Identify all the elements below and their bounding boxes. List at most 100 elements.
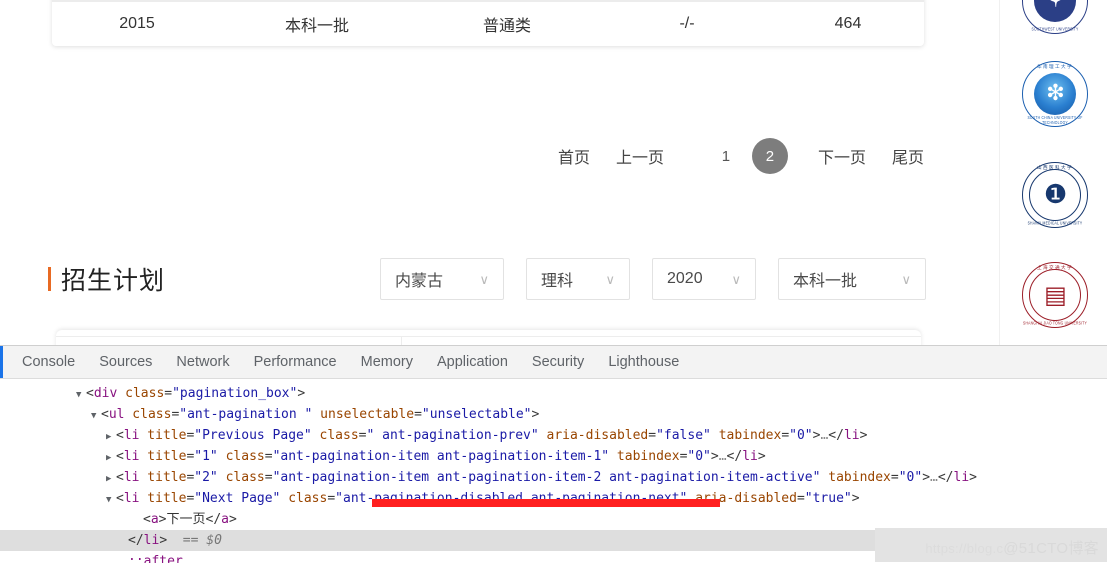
code-token-val: "ant-pagination-item ant-pagination-item… [272, 470, 821, 485]
code-token-tag: li [953, 470, 970, 485]
devtools-code-line[interactable]: ▶ <li title="2" class="ant-pagination-ite… [0, 467, 1107, 488]
logo-glyph: ❶ [1043, 180, 1067, 210]
devtools-code-line[interactable]: ▶ <li title="Previous Page" class=" ant-p… [0, 425, 1107, 446]
logo-southwest-university[interactable]: ⚘ SOUTHWEST UNIVERSITY [1022, 0, 1088, 34]
subject-select-value: 理科 [541, 273, 574, 290]
code-token-val: "ant-pagination-item ant-pagination-item… [272, 449, 610, 464]
code-token-punct: < [116, 491, 124, 506]
devtools-tab-bar: Console Sources Network Performance Memory Ap… [0, 346, 1107, 379]
pagination-next[interactable]: 下一页 [818, 144, 866, 168]
logo-glyph: ❇ [1046, 81, 1064, 106]
code-token-val: "0" [898, 470, 923, 485]
code-token-punct: < [86, 386, 94, 401]
expand-triangle-open-icon[interactable]: ▼ [91, 406, 101, 427]
code-token-tag: a [221, 512, 229, 527]
watermark-url: https://blog.c [925, 541, 1004, 556]
code-token-val: "pagination_box" [172, 386, 298, 401]
devtools-tab-sources[interactable]: Sources [87, 354, 164, 370]
code-token-punct: </ [937, 470, 954, 485]
year-select-value: 2020 [667, 270, 703, 287]
code-token-punct: </ [128, 533, 144, 548]
batch-select[interactable]: 本科一批 ∨ [778, 258, 926, 300]
cell-rank: -/- [679, 15, 695, 32]
logo-top-text: 华南理工大学 [1037, 64, 1073, 69]
logo-south-china-university-of-technology[interactable]: ❇ 华南理工大学 SOUTH CHINA UNIVERSITY OF TECHN… [1022, 61, 1088, 127]
code-token-attr: class [117, 386, 165, 401]
code-token-attr: class [217, 449, 265, 464]
code-token-tag: div [93, 386, 118, 401]
devtools-tab-network[interactable]: Network [164, 354, 241, 370]
devtools-tab-performance[interactable]: Performance [242, 354, 349, 370]
devtools-code-line[interactable]: ▼ <ul class = "ant-pagination " unselectabl… [0, 404, 1107, 425]
code-token-punct: </ [828, 428, 844, 443]
red-highlight-annotation [372, 499, 720, 507]
logo-glyph: ▤ [1044, 281, 1067, 309]
code-token-val: "0" [687, 449, 711, 464]
code-token-punct: < [116, 428, 124, 443]
code-token-tag: li [123, 470, 140, 485]
code-token-punct: = [264, 449, 273, 464]
pagination-prev[interactable]: 上一页 [616, 144, 664, 168]
code-token-punct: > [531, 407, 540, 422]
expand-triangle-closed-icon[interactable]: ▶ [106, 427, 116, 448]
devtools-code-line[interactable]: ▶ <li title="1" class="ant-pagination-ite… [0, 446, 1107, 467]
expand-triangle-closed-icon[interactable]: ▶ [106, 448, 116, 469]
devtools-tab-console[interactable]: Console [10, 354, 87, 370]
code-token-attr: class [217, 470, 265, 485]
pagination-last[interactable]: 尾页 [892, 144, 924, 168]
code-token-tag: li [123, 449, 140, 464]
code-token-attr: title [139, 470, 187, 485]
code-token-punct: = [327, 491, 336, 506]
plan-table-card-partial [56, 330, 921, 345]
devtools-tab-lighthouse[interactable]: Lighthouse [596, 354, 691, 370]
subject-select[interactable]: 理科 ∨ [526, 258, 630, 300]
code-token-punct: > [851, 491, 860, 506]
pagination-list: 首页 上一页 1 2 下一页 尾页 [532, 138, 924, 174]
logo-core: ❇ [1034, 73, 1076, 115]
devtools-tab-application[interactable]: Application [425, 354, 520, 370]
code-token-punct: </ [205, 512, 222, 527]
page-title: 招生计划 [48, 261, 165, 297]
expand-triangle-open-icon[interactable]: ▼ [106, 490, 116, 511]
code-token-val: " ant-pagination-prev" [366, 428, 539, 443]
code-token-attr: tabindex [710, 428, 782, 443]
logo-arc-text: SHANXI MEDICAL UNIVERSITY [1027, 220, 1083, 226]
code-token-attr: tabindex [820, 470, 891, 485]
devtools-code-line[interactable]: ▼ <div class="pagination_box"> [0, 383, 1107, 404]
code-token-val: "false" [656, 428, 711, 443]
code-token-ellip: … [718, 449, 727, 464]
chevron-down-icon: ∨ [731, 271, 741, 287]
logo-top-text: 上海交通大学 [1037, 265, 1073, 270]
code-token-tag: a [150, 512, 159, 527]
section-header: 招生计划 内蒙古 ∨ 理科 ∨ 2020 ∨ 本科一批 ∨ [48, 258, 926, 300]
code-token-punct: > [922, 470, 931, 485]
code-token-attr: class [280, 491, 328, 506]
code-token-val: "Next Page" [194, 491, 281, 506]
year-select[interactable]: 2020 ∨ [652, 258, 756, 300]
devtools-tab-memory[interactable]: Memory [349, 354, 425, 370]
devtools-tab-security[interactable]: Security [520, 354, 596, 370]
province-select[interactable]: 内蒙古 ∨ [380, 258, 504, 300]
logo-shanghai-jiao-tong-university[interactable]: ▤ 上海交通大学 SHANGHAI JIAO TONG UNIVERSITY [1022, 262, 1088, 328]
pagination-item-2[interactable]: 2 [751, 138, 788, 174]
pagination-first[interactable]: 首页 [558, 144, 590, 168]
code-token-punct: > [710, 449, 719, 464]
code-token-punct: </ [726, 449, 743, 464]
code-token-punct: < [116, 449, 124, 464]
logo-arc-text: SHANGHAI JIAO TONG UNIVERSITY [1023, 320, 1087, 326]
code-token-punct: > [757, 449, 766, 464]
expand-triangle-closed-icon[interactable]: ▶ [106, 469, 116, 490]
university-logo-rail: ⚘ SOUTHWEST UNIVERSITY ❇ 华南理工大学 SOUTH CH… [999, 0, 1107, 345]
watermark-brand: @51CTO博客 [1003, 540, 1099, 557]
devtools-code-line[interactable]: <a>下一页</a> [0, 509, 1107, 530]
logo-core: ▤ [1034, 274, 1076, 316]
code-token-val: "2" [194, 470, 218, 485]
pagination-item-1[interactable]: 1 [716, 148, 736, 165]
code-token-val: "0" [789, 428, 813, 443]
expand-triangle-open-icon[interactable]: ▼ [76, 385, 86, 406]
code-token-val: "unselectable" [421, 407, 532, 422]
code-token-tag: ul [108, 407, 125, 422]
watermark: https://blog.c@51CTO博客 [925, 537, 1099, 558]
cell-category: 普通类 [482, 18, 531, 35]
logo-shanxi-medical-university[interactable]: ❶ 山西医科大学 SHANXI MEDICAL UNIVERSITY [1022, 162, 1088, 228]
